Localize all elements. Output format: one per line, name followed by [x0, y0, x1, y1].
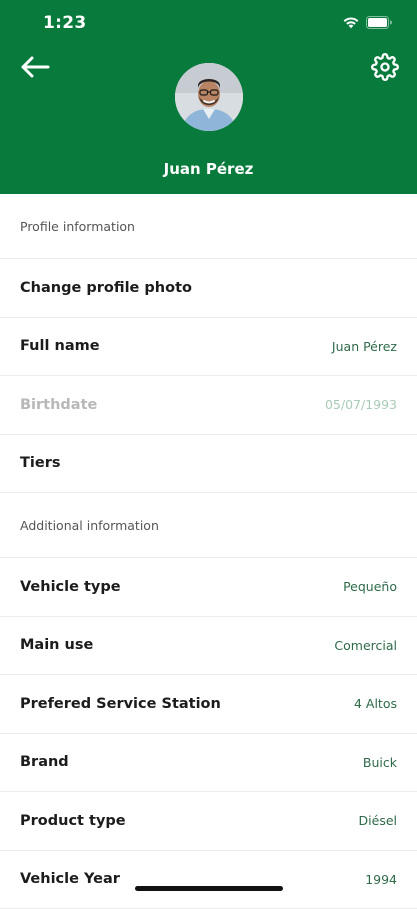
row-label: Birthdate [20, 397, 97, 413]
row-value: Comercial [334, 638, 397, 653]
profile-list: Profile information Change profile photo… [0, 194, 417, 909]
row-label: Prefered Service Station [20, 696, 221, 712]
user-name: Juan Pérez [0, 160, 417, 178]
avatar-photo [175, 63, 243, 131]
product-type-row[interactable]: Product type Diésel [0, 792, 417, 851]
home-indicator [135, 886, 283, 891]
battery-icon [366, 16, 393, 29]
gear-icon [371, 53, 399, 81]
row-value: 1994 [365, 872, 397, 887]
row-value: Pequeño [343, 579, 397, 594]
row-label: Tiers [20, 455, 60, 471]
vehicle-year-row[interactable]: Vehicle Year 1994 [0, 851, 417, 909]
row-label: Vehicle type [20, 579, 121, 595]
wifi-icon [342, 15, 360, 29]
tiers-row[interactable]: Tiers [0, 435, 417, 494]
row-value: 4 Altos [354, 696, 397, 711]
profile-header: 1:23 [0, 0, 417, 194]
avatar[interactable] [175, 63, 243, 131]
row-label: Brand [20, 754, 69, 770]
birthdate-row: Birthdate 05/07/1993 [0, 376, 417, 435]
row-value: Buick [363, 755, 397, 770]
main-use-row[interactable]: Main use Comercial [0, 617, 417, 676]
brand-row[interactable]: Brand Buick [0, 734, 417, 793]
settings-button[interactable] [371, 53, 399, 81]
row-label: Vehicle Year [20, 871, 120, 887]
section-header-profile: Profile information [0, 194, 417, 259]
row-label: Change profile photo [20, 280, 192, 296]
row-label: Product type [20, 813, 126, 829]
status-time: 1:23 [43, 13, 86, 33]
change-profile-photo-row[interactable]: Change profile photo [0, 259, 417, 318]
row-value: 05/07/1993 [325, 397, 397, 412]
row-value: Diésel [359, 813, 397, 828]
back-button[interactable] [18, 52, 52, 82]
arrow-left-icon [18, 52, 52, 82]
service-station-row[interactable]: Prefered Service Station 4 Altos [0, 675, 417, 734]
section-header-additional: Additional information [0, 493, 417, 558]
full-name-row[interactable]: Full name Juan Pérez [0, 318, 417, 377]
row-label: Full name [20, 338, 100, 354]
vehicle-type-row[interactable]: Vehicle type Pequeño [0, 558, 417, 617]
status-icons [342, 15, 393, 29]
row-label: Main use [20, 637, 93, 653]
row-value: Juan Pérez [332, 339, 397, 354]
